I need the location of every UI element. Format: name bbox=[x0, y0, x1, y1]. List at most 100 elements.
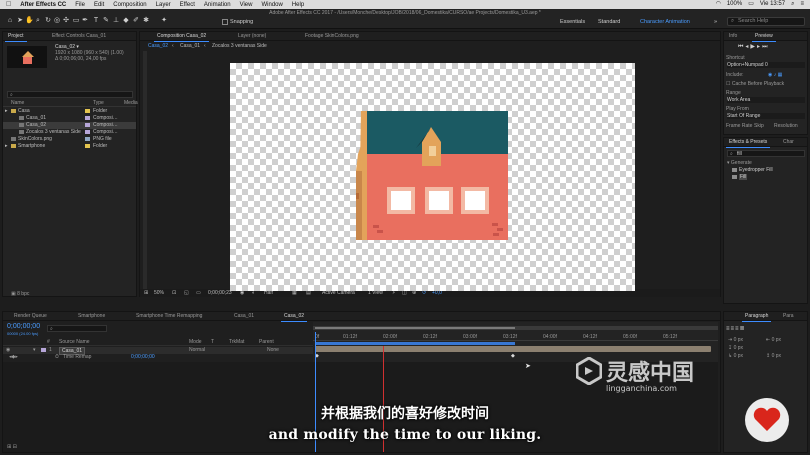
eraser-tool-icon[interactable]: ◆ bbox=[122, 17, 130, 25]
last-frame-icon[interactable]: ⏭ bbox=[762, 44, 769, 50]
brush-tool-icon[interactable]: ✎ bbox=[102, 17, 110, 25]
cache-checkbox[interactable]: ☐ Cache Before Playback bbox=[726, 81, 784, 87]
layer-row-casa-01[interactable]: ◉ ▾ 1 Casa_01 Normal None bbox=[3, 347, 313, 355]
project-item[interactable]: Casa_02 Composi… bbox=[3, 122, 136, 129]
toggle-modes-icon[interactable]: ⊟ bbox=[13, 444, 17, 450]
menu-clock[interactable]: Vie 13:57 bbox=[760, 0, 785, 9]
menu-view[interactable]: View bbox=[240, 2, 253, 8]
layer-parent-dropdown[interactable]: None bbox=[267, 347, 279, 353]
indent-right-field[interactable]: 0 px bbox=[772, 337, 781, 343]
tab-project[interactable]: Project bbox=[5, 32, 27, 42]
column-source-name[interactable]: Source Name bbox=[59, 339, 90, 345]
layer-label-color[interactable] bbox=[41, 348, 46, 352]
first-line-field[interactable]: 0 px bbox=[734, 353, 743, 359]
mask-icon[interactable]: ◱ bbox=[184, 289, 189, 297]
label-color-swatch[interactable] bbox=[85, 137, 90, 141]
visibility-eye-icon[interactable]: ◉ bbox=[6, 347, 10, 353]
tab-casa-01[interactable]: Casa_01 bbox=[231, 312, 257, 321]
tab-preview[interactable]: Preview bbox=[752, 32, 776, 42]
pan-behind-tool-icon[interactable]: ✣ bbox=[62, 17, 70, 25]
column-parent[interactable]: Parent bbox=[259, 339, 274, 345]
work-area-bar[interactable] bbox=[315, 342, 515, 345]
workspace-character-animation[interactable]: Character Animation bbox=[640, 19, 690, 25]
breadcrumb-zocalos[interactable]: Zocalos 3 ventanas Side bbox=[212, 42, 267, 50]
menu-window[interactable]: Window bbox=[261, 2, 282, 8]
include-video-icon[interactable]: ◉ ♪ ▦ bbox=[768, 72, 782, 78]
time-ruler[interactable]: 0f 01:12f 02:00f 02:12f 03:00f 03:12f 04:00f 0… bbox=[313, 332, 718, 341]
breadcrumb-casa-02[interactable]: Casa_02 bbox=[148, 42, 168, 50]
tab-effect-controls[interactable]: Effect Controls Casa_01 bbox=[49, 32, 109, 41]
tab-casa-02[interactable]: Casa_02 bbox=[281, 312, 308, 322]
magnification-icon[interactable]: ⊞ bbox=[144, 289, 148, 297]
camera-tool-icon[interactable]: ◎ bbox=[53, 17, 61, 25]
justify-icon[interactable]: ≣ bbox=[740, 326, 746, 332]
column-type[interactable]: Type bbox=[93, 100, 104, 106]
menu-animation[interactable]: Animation bbox=[204, 2, 231, 8]
home-icon[interactable]: ⌂ bbox=[6, 17, 14, 25]
project-item[interactable]: ▸ Casa Folder bbox=[3, 108, 136, 115]
toggle-switches-icon[interactable]: ⊞ bbox=[7, 444, 11, 450]
hand-tool-icon[interactable]: ✋ bbox=[25, 17, 34, 25]
keyframe-end[interactable]: ◆ bbox=[511, 353, 515, 359]
menu-app[interactable]: After Effects CC bbox=[20, 2, 66, 8]
tab-smartphone-time-remapping[interactable]: Smartphone Time Remapping bbox=[133, 312, 205, 321]
range-dropdown[interactable]: Work Area bbox=[727, 97, 805, 103]
selection-tool-icon[interactable]: ➤ bbox=[16, 17, 24, 25]
expand-arrow-icon[interactable]: ▾ bbox=[33, 347, 36, 353]
effects-group-generate[interactable]: ▾ Generate bbox=[727, 160, 752, 166]
bit-depth[interactable]: 8 bpc bbox=[17, 291, 29, 297]
wifi-icon[interactable]: ◠ bbox=[716, 0, 721, 9]
column-media[interactable]: Media bbox=[124, 100, 138, 106]
column-number[interactable]: # bbox=[47, 339, 50, 345]
pen-tool-icon[interactable]: ✒ bbox=[81, 17, 89, 25]
menu-help[interactable]: Help bbox=[292, 2, 304, 8]
effect-eyedropper-fill[interactable]: Eyedropper Fill bbox=[732, 167, 773, 173]
menu-edit[interactable]: Edit bbox=[94, 2, 104, 8]
workspace-menu-icon[interactable]: » bbox=[714, 19, 717, 25]
column-name[interactable]: Name bbox=[11, 100, 24, 106]
keyframe-nav-icon[interactable]: ◂◆▸ bbox=[9, 354, 18, 360]
region-icon[interactable]: ▭ bbox=[196, 289, 201, 297]
zoom-tool-icon[interactable]: ⌕ bbox=[34, 17, 42, 25]
tab-character[interactable]: Char bbox=[780, 138, 797, 147]
column-trkmat[interactable]: TrkMat bbox=[229, 339, 244, 345]
space-before-field[interactable]: 0 px bbox=[734, 345, 743, 351]
rectangle-tool-icon[interactable]: ▭ bbox=[72, 17, 80, 25]
project-item[interactable]: Casa_01 Composi… bbox=[3, 115, 136, 122]
project-item[interactable]: ▸ Smartphone Folder bbox=[3, 143, 136, 150]
tab-info[interactable]: Info bbox=[726, 32, 740, 41]
composition-canvas[interactable] bbox=[230, 63, 635, 291]
label-color-swatch[interactable] bbox=[85, 144, 90, 148]
indent-left-field[interactable]: 0 px bbox=[734, 337, 743, 343]
label-color-swatch[interactable] bbox=[85, 123, 90, 127]
menu-list-icon[interactable]: ≡ bbox=[800, 0, 804, 9]
time-navigator-handle[interactable] bbox=[315, 327, 515, 329]
space-after-field[interactable]: 0 px bbox=[772, 353, 781, 359]
label-color-swatch[interactable] bbox=[85, 109, 90, 113]
search-icon[interactable]: ⌕ bbox=[791, 0, 794, 9]
rotate-tool-icon[interactable]: ↻ bbox=[44, 17, 52, 25]
shortcut-dropdown[interactable]: Option+Numpad 0 bbox=[727, 62, 805, 68]
zoom-dropdown[interactable]: 50% bbox=[154, 289, 164, 297]
apple-icon[interactable]:  bbox=[6, 0, 11, 9]
menu-file[interactable]: File bbox=[75, 2, 85, 8]
menu-composition[interactable]: Composition bbox=[113, 2, 146, 8]
project-item[interactable]: Zocalos 3 ventanas Side Composi… bbox=[3, 129, 136, 136]
roto-brush-tool-icon[interactable]: ✐ bbox=[132, 17, 140, 25]
current-timecode[interactable]: 0;00;00;23 bbox=[208, 289, 232, 297]
type-tool-icon[interactable]: T bbox=[92, 17, 100, 25]
tab-effects-presets[interactable]: Effects & Presets bbox=[726, 138, 771, 148]
workspace-essentials[interactable]: Essentials bbox=[560, 19, 585, 25]
layer-mode-dropdown[interactable]: Normal bbox=[189, 347, 205, 353]
search-help-input[interactable]: ⌕ Search Help bbox=[727, 17, 805, 26]
snapping-checkbox[interactable] bbox=[222, 19, 228, 25]
stopwatch-icon[interactable]: ⏱ bbox=[55, 354, 59, 360]
tab-paragraph[interactable]: Paragraph bbox=[742, 312, 772, 322]
tab-layer[interactable]: Layer (none) bbox=[235, 32, 269, 41]
grid-icon[interactable]: ⊡ bbox=[172, 289, 176, 297]
play-from-dropdown[interactable]: Start Of Range bbox=[727, 113, 805, 119]
tab-paragraph-2[interactable]: Para bbox=[780, 312, 797, 321]
menu-effect[interactable]: Effect bbox=[180, 2, 195, 8]
label-color-swatch[interactable] bbox=[85, 116, 90, 120]
column-t[interactable]: T bbox=[211, 339, 214, 345]
